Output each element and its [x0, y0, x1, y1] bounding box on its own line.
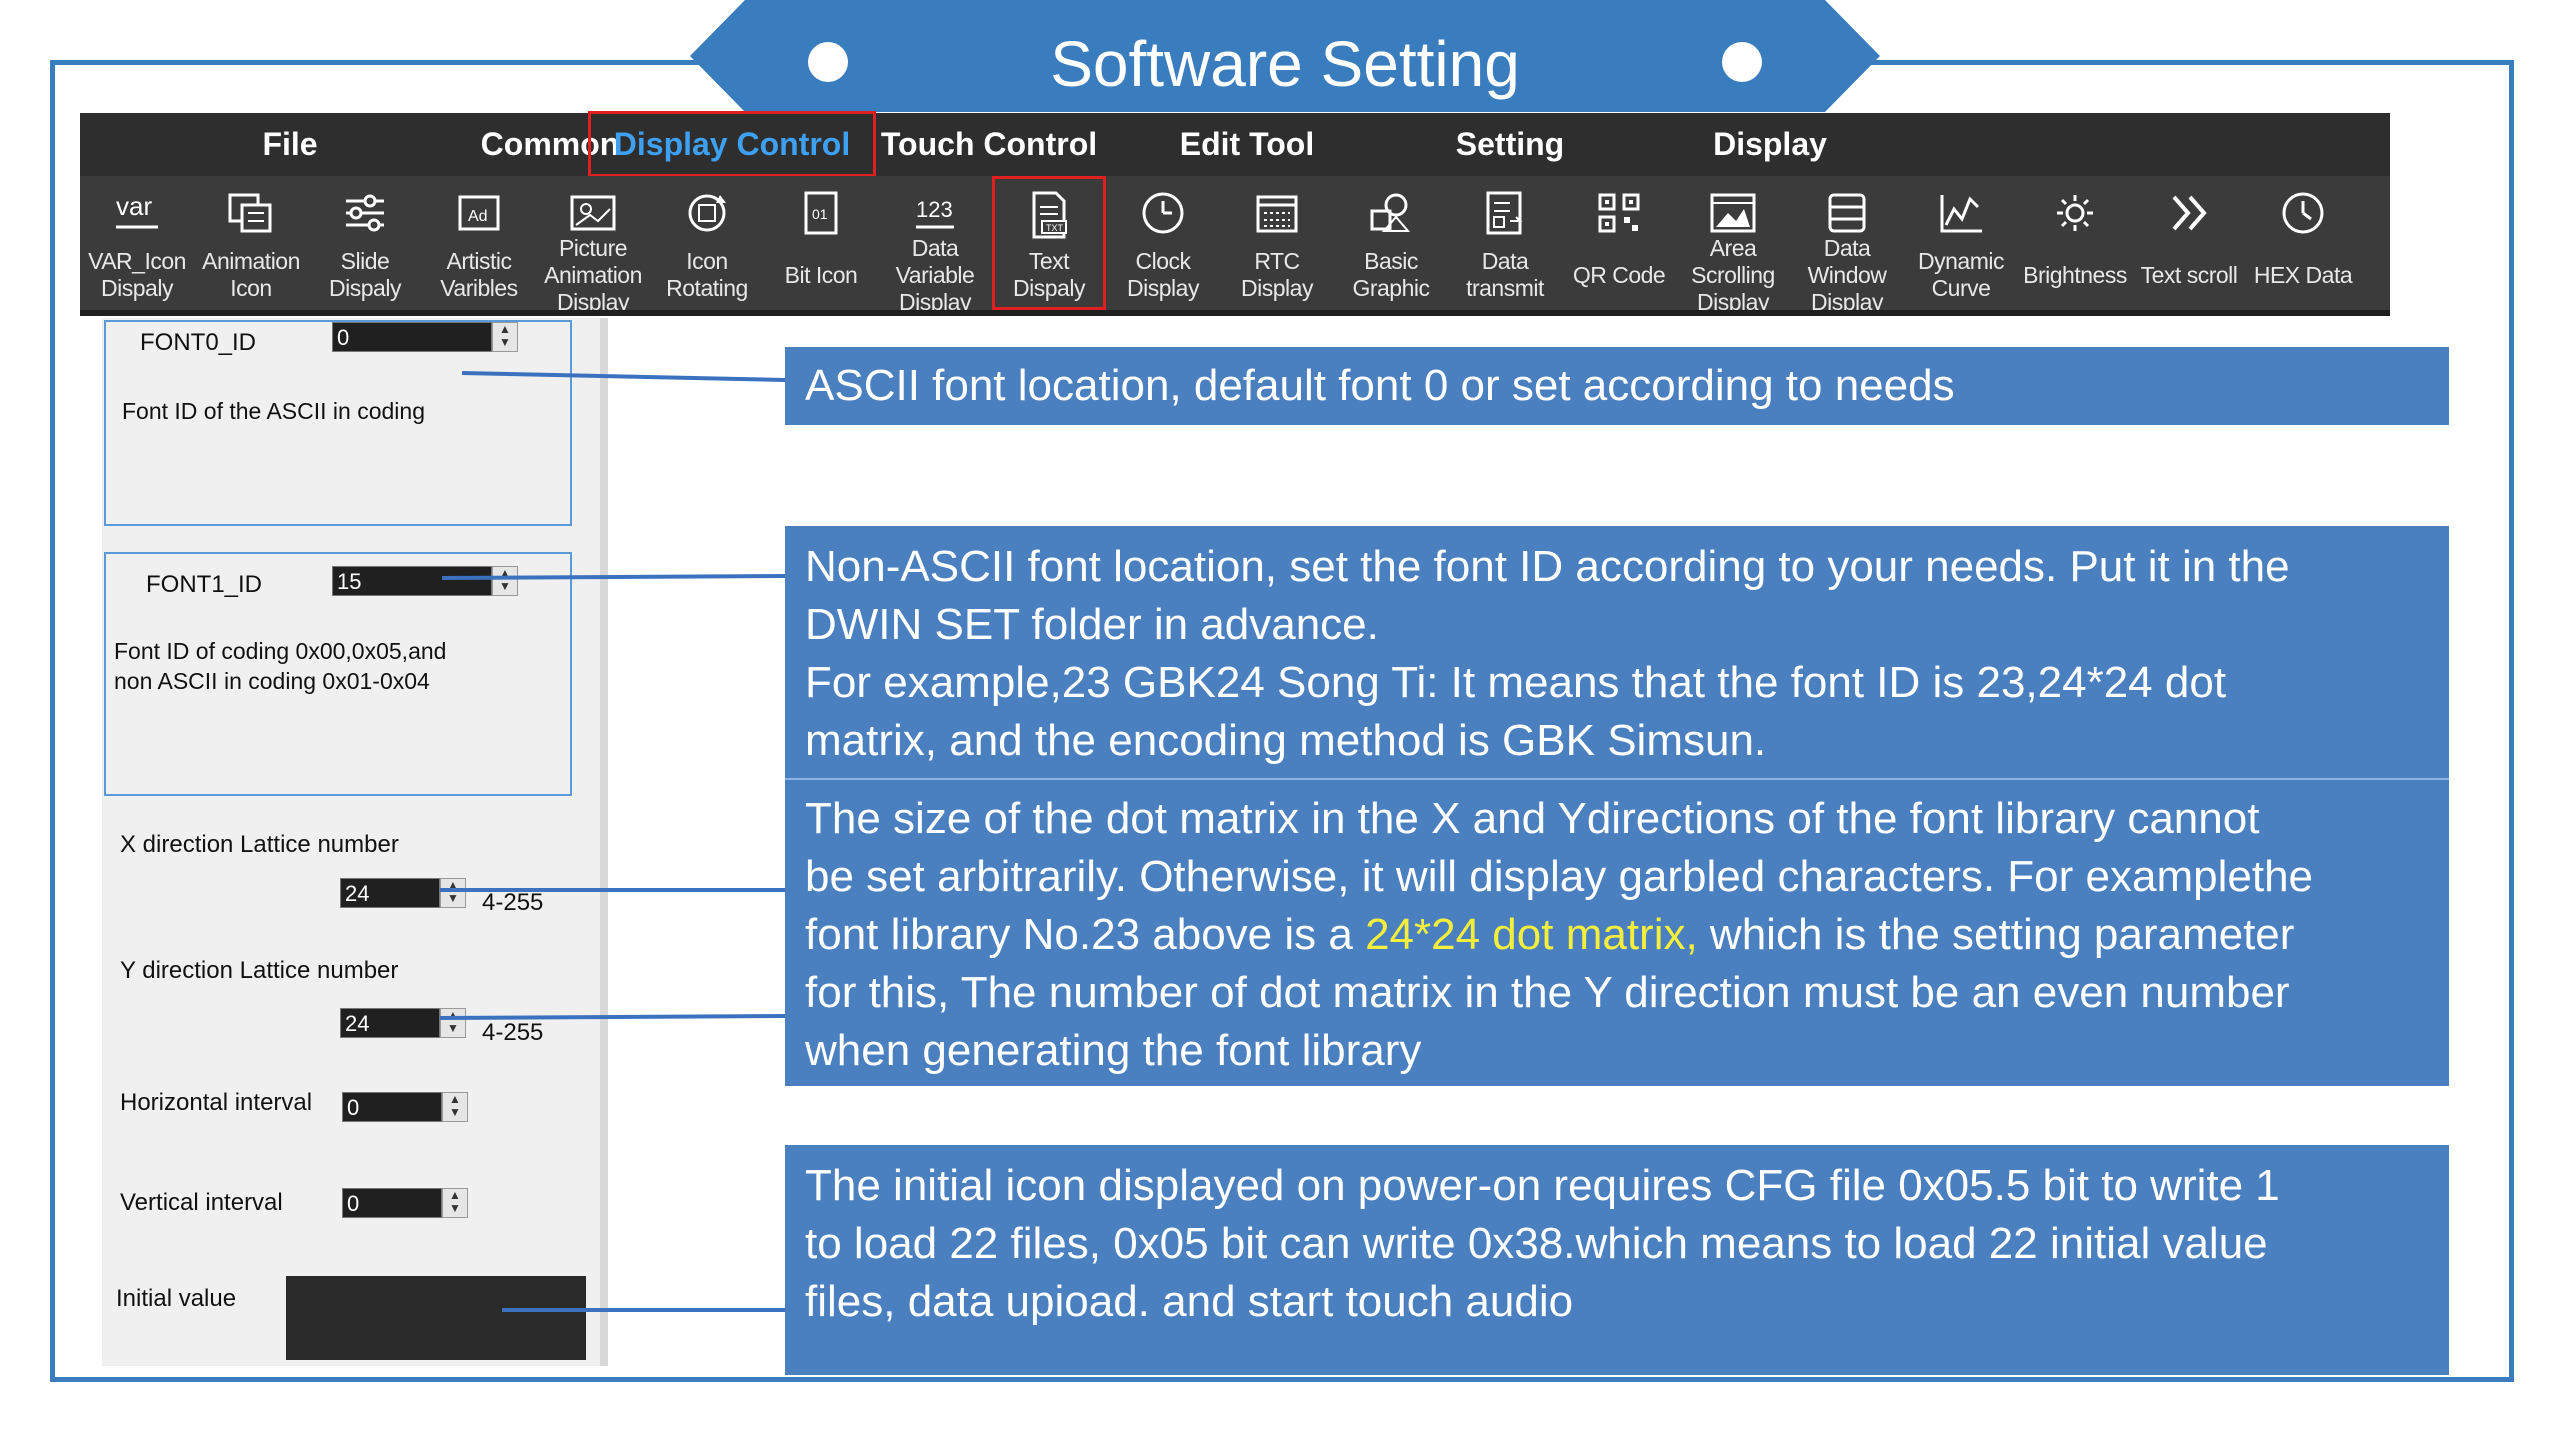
callout-dot-matrix: The size of the dot matrix in the X and … — [785, 780, 2449, 1086]
callout-dot-matrix-highlight: 24*24 dot matrix, — [1365, 910, 1698, 959]
connector-y-lattice — [439, 1014, 786, 1020]
connector-font1 — [441, 574, 786, 580]
connector-font0 — [461, 371, 786, 382]
callout-non-ascii-font: Non-ASCII font location, set the font ID… — [785, 526, 2449, 778]
callout-initial-value: The initial icon displayed on power-on r… — [785, 1145, 2449, 1375]
callout-ascii-font: ASCII font location, default font 0 or s… — [785, 347, 2449, 425]
